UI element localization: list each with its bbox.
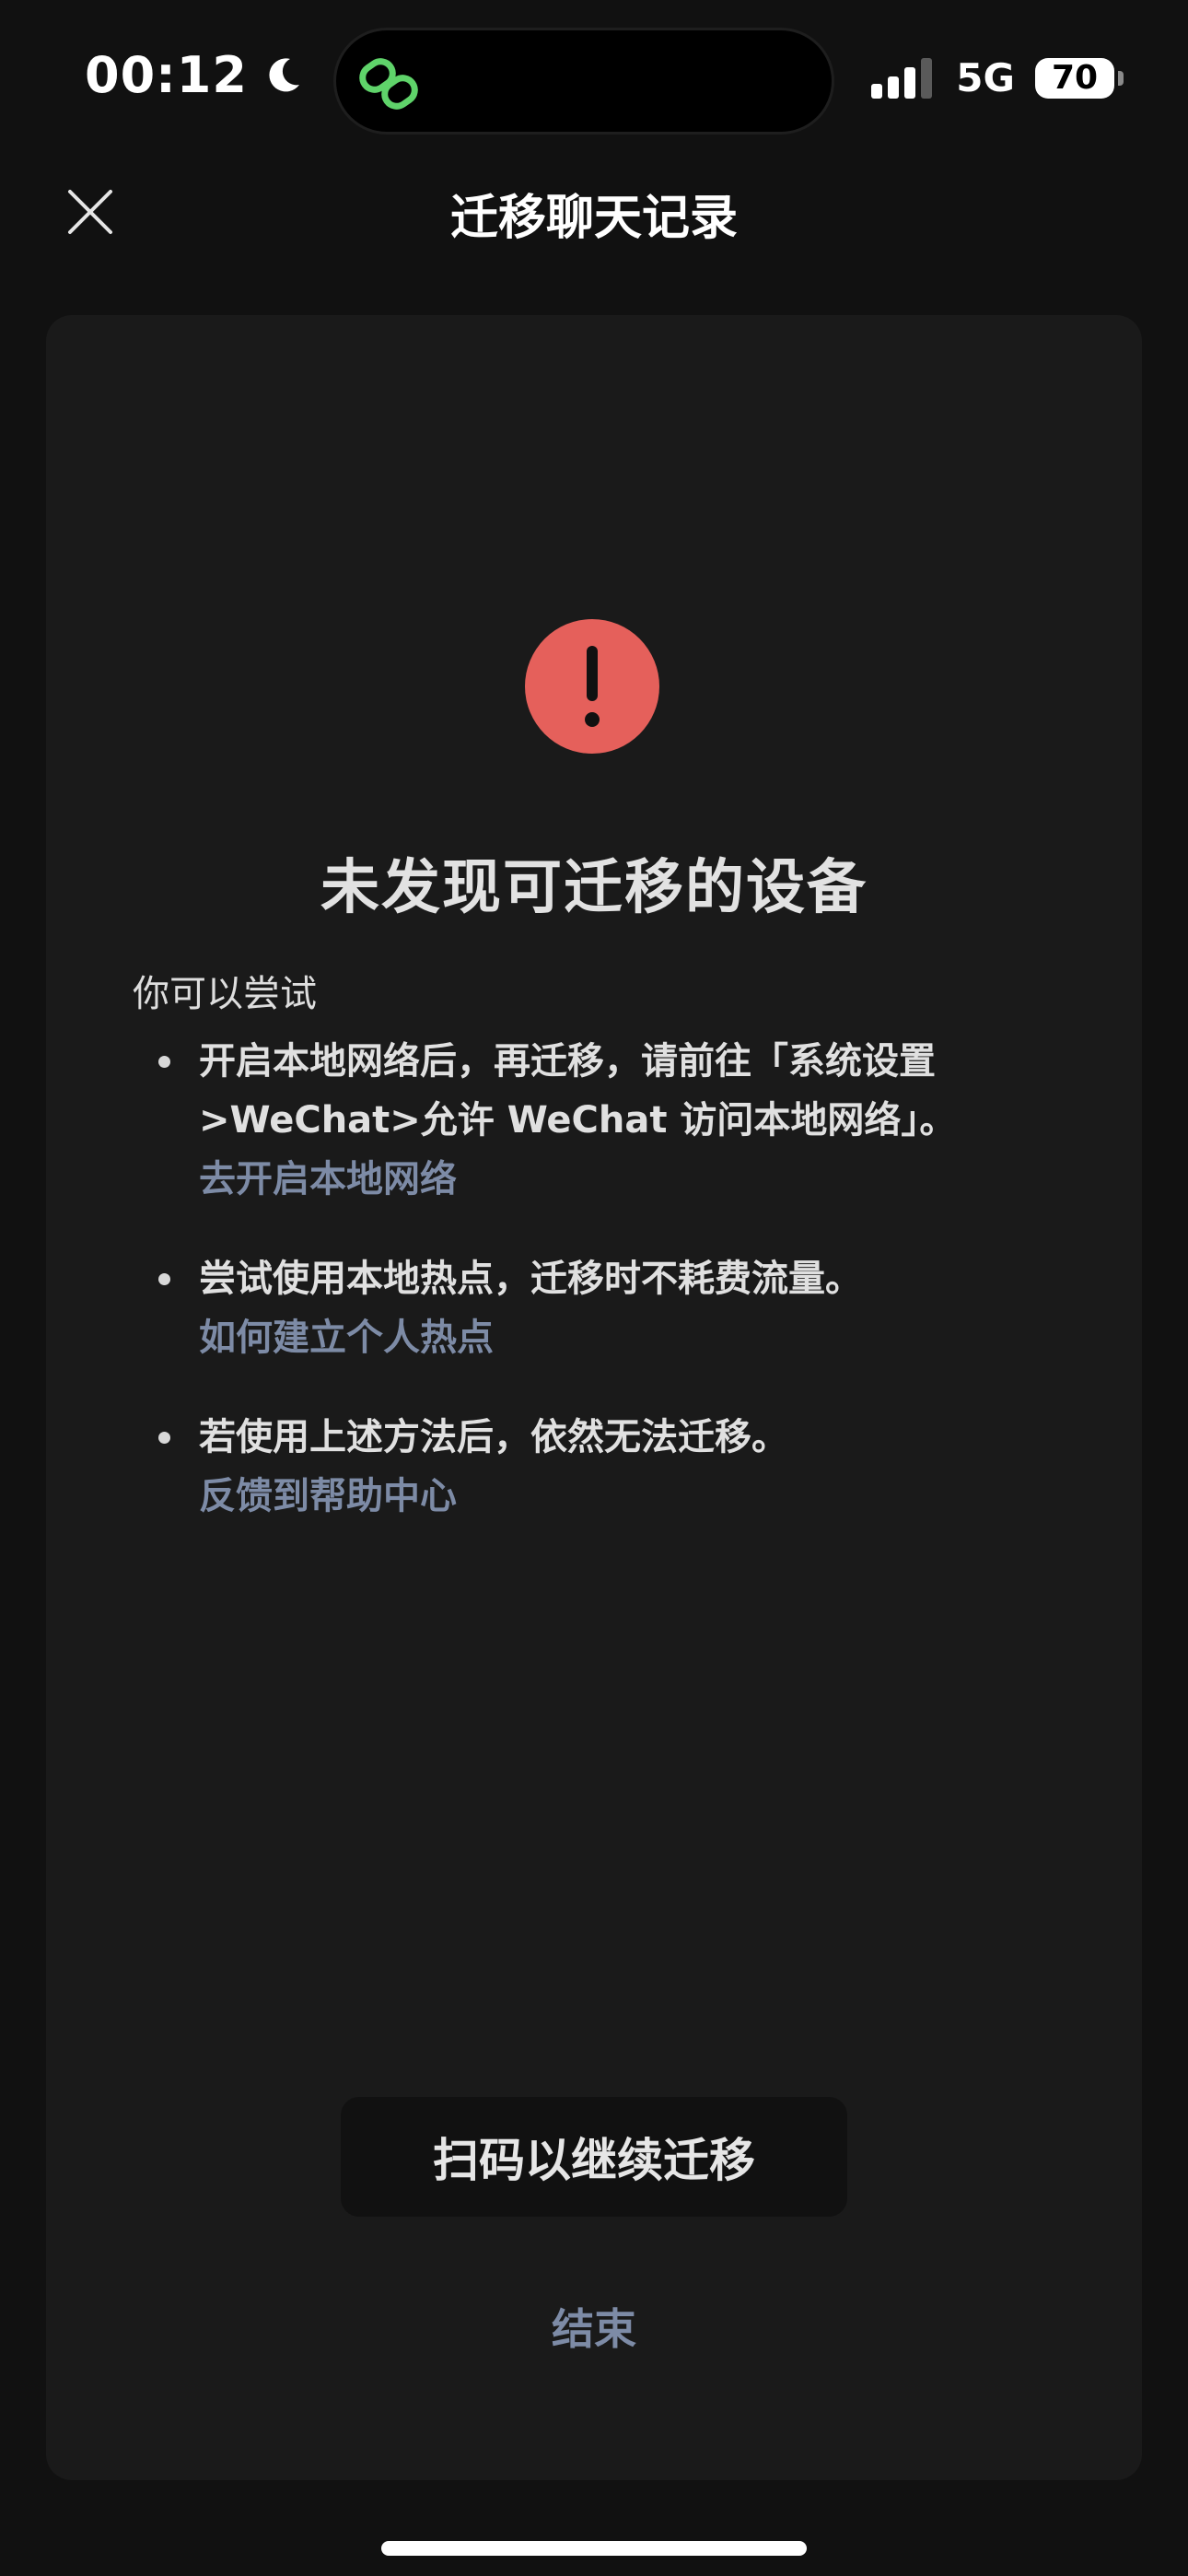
status-time: 00:12 <box>85 46 248 104</box>
tips-list: 开启本地网络后，再迁移，请前往「系统设置>WeChat>允许 WeChat 访问… <box>133 1032 1090 1566</box>
battery-level: 70 <box>1051 59 1099 97</box>
bullet-icon <box>158 1432 170 1444</box>
bullet-icon <box>158 1273 170 1285</box>
home-indicator[interactable] <box>381 2541 807 2556</box>
dynamic-island[interactable] <box>333 28 834 135</box>
signal-icon <box>871 57 933 99</box>
list-item: 尝试使用本地热点，迁移时不耗费流量。 如何建立个人热点 <box>133 1249 1090 1367</box>
help-center-feedback-link[interactable]: 反馈到帮助中心 <box>199 1467 1090 1526</box>
end-button[interactable]: 结束 <box>46 2296 1142 2357</box>
moon-icon <box>269 57 299 91</box>
list-item: 开启本地网络后，再迁移，请前往「系统设置>WeChat>允许 WeChat 访问… <box>133 1032 1090 1209</box>
alert-icon <box>525 619 659 754</box>
link-icon <box>359 58 418 110</box>
scan-to-continue-button[interactable]: 扫码以继续迁移 <box>341 2097 847 2217</box>
exclamation-icon <box>585 646 600 727</box>
nav-bar: 迁移聊天记录 <box>0 157 1188 267</box>
tip-text: 若使用上述方法后，依然无法迁移。 <box>199 1416 788 1458</box>
migration-card: 未发现可迁移的设备 你可以尝试 开启本地网络后，再迁移，请前往「系统设置>WeC… <box>46 315 1142 2480</box>
headline: 未发现可迁移的设备 <box>320 854 868 922</box>
try-label: 你可以尝试 <box>133 973 317 1015</box>
network-label: 5G <box>956 55 1015 100</box>
status-indicators: 5G 70 <box>871 55 1124 100</box>
hotspot-help-link[interactable]: 如何建立个人热点 <box>199 1308 1090 1367</box>
tip-text: 尝试使用本地热点，迁移时不耗费流量。 <box>199 1258 862 1300</box>
tip-text: 开启本地网络后，再迁移，请前往「系统设置>WeChat>允许 WeChat 访问… <box>199 1040 957 1142</box>
screen: 00:12 5G 70 迁移聊天记录 未发现可迁移的设备 你可以尝试 开启本地网… <box>0 0 1188 2576</box>
list-item: 若使用上述方法后，依然无法迁移。 反馈到帮助中心 <box>133 1408 1090 1526</box>
battery-icon: 70 <box>1035 57 1124 99</box>
page-title: 迁移聊天记录 <box>449 191 738 246</box>
bullet-icon <box>158 1056 170 1068</box>
status-time-group: 00:12 <box>85 46 303 104</box>
status-bar: 00:12 5G 70 <box>0 0 1188 147</box>
open-local-network-link[interactable]: 去开启本地网络 <box>199 1150 1090 1209</box>
